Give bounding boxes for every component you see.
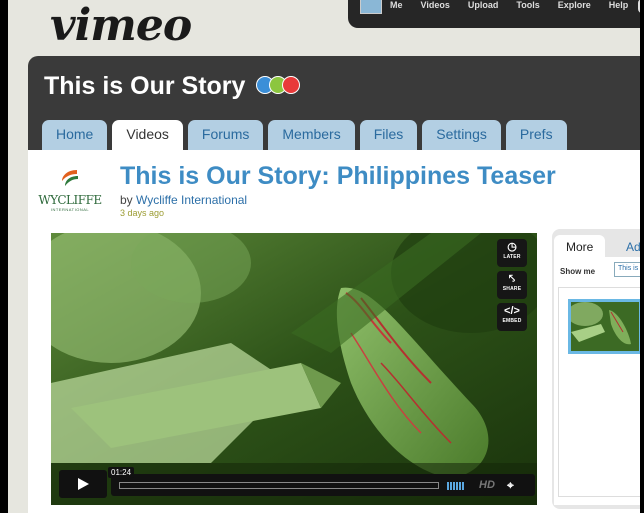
- watch-later-button[interactable]: ◷ LATER: [497, 239, 527, 267]
- related-panel-body: Show me This is: [554, 257, 640, 505]
- video-title: This is Our Story: Philippines Teaser: [120, 162, 556, 190]
- nav-item-me[interactable]: Me: [390, 0, 403, 10]
- volume-control[interactable]: [447, 481, 464, 490]
- show-me-select[interactable]: This is: [614, 262, 640, 277]
- main-content: WYCLIFFE INTERNATIONAL This is Our Story…: [28, 150, 640, 513]
- embed-label: EMBED: [502, 318, 522, 324]
- page: vimeo Me Videos Upload Tools Explore Help Thi…: [8, 0, 640, 513]
- wycliffe-name: WYCLIFFE: [38, 193, 102, 207]
- tab-prefs[interactable]: Prefs: [505, 120, 567, 150]
- tab-members[interactable]: Members: [268, 120, 355, 150]
- nav-item-help[interactable]: Help: [609, 0, 629, 10]
- share-label: SHARE: [502, 286, 522, 292]
- later-label: LATER: [503, 254, 521, 260]
- channel-header: This is Our Story Home Videos Forums Member…: [28, 56, 640, 152]
- thumbnail-image: [571, 302, 639, 351]
- search-icon[interactable]: [638, 0, 640, 13]
- player-controls: HD ⌖: [111, 474, 535, 496]
- channel-title: This is Our Story: [44, 72, 301, 101]
- share-button[interactable]: ⤣ SHARE: [497, 271, 527, 299]
- nav-item-videos[interactable]: Videos: [421, 0, 450, 10]
- posted-time: 3 days ago: [120, 208, 165, 218]
- wycliffe-mark-icon: [57, 166, 83, 192]
- time-badge: 01:24: [108, 467, 135, 478]
- play-button[interactable]: [59, 470, 107, 498]
- channel-tabs: Home Videos Forums Members Files Settings Pref…: [42, 120, 567, 150]
- top-nav-links: Me Videos Upload Tools Explore Help: [390, 0, 628, 10]
- show-me-label: Show me: [560, 267, 596, 276]
- wycliffe-logo[interactable]: WYCLIFFE INTERNATIONAL: [38, 166, 102, 212]
- hd-toggle[interactable]: HD: [479, 479, 495, 491]
- red-face-icon: [282, 76, 301, 95]
- nav-item-tools[interactable]: Tools: [516, 0, 539, 10]
- code-icon: </>: [504, 305, 520, 317]
- tab-forums[interactable]: Forums: [187, 120, 264, 150]
- nav-item-upload[interactable]: Upload: [468, 0, 499, 10]
- tab-home[interactable]: Home: [42, 120, 108, 150]
- fullscreen-icon[interactable]: ⌖: [507, 478, 514, 493]
- channel-faces-icon: [256, 76, 301, 95]
- clock-icon: ◷: [507, 241, 517, 253]
- related-list: [558, 287, 640, 497]
- tab-files[interactable]: Files: [359, 120, 418, 150]
- tab-add[interactable]: Add: [614, 235, 640, 259]
- share-icon: ⤣: [508, 273, 516, 285]
- tab-settings[interactable]: Settings: [422, 120, 501, 150]
- related-video-thumbnail[interactable]: [568, 299, 640, 354]
- by-prefix: by: [120, 193, 133, 207]
- channel-title-text[interactable]: This is Our Story: [44, 72, 245, 100]
- vimeo-logo[interactable]: vimeo: [50, 4, 192, 48]
- wycliffe-subtitle: INTERNATIONAL: [50, 207, 90, 212]
- embed-button[interactable]: </> EMBED: [497, 303, 527, 331]
- tab-more[interactable]: More: [554, 235, 606, 259]
- nav-item-explore[interactable]: Explore: [558, 0, 591, 10]
- related-panel: More Add Show me This is: [552, 229, 640, 509]
- user-avatar[interactable]: [360, 0, 382, 14]
- video-frame: [51, 233, 537, 505]
- tab-videos[interactable]: Videos: [112, 120, 183, 150]
- video-byline: by Wycliffe International: [120, 193, 247, 207]
- top-nav: Me Videos Upload Tools Explore Help: [348, 0, 640, 28]
- seek-bar[interactable]: [119, 482, 439, 489]
- author-link[interactable]: Wycliffe International: [136, 193, 247, 207]
- video-player[interactable]: ◷ LATER ⤣ SHARE </> EMBED HD ⌖ 01:24: [51, 233, 537, 505]
